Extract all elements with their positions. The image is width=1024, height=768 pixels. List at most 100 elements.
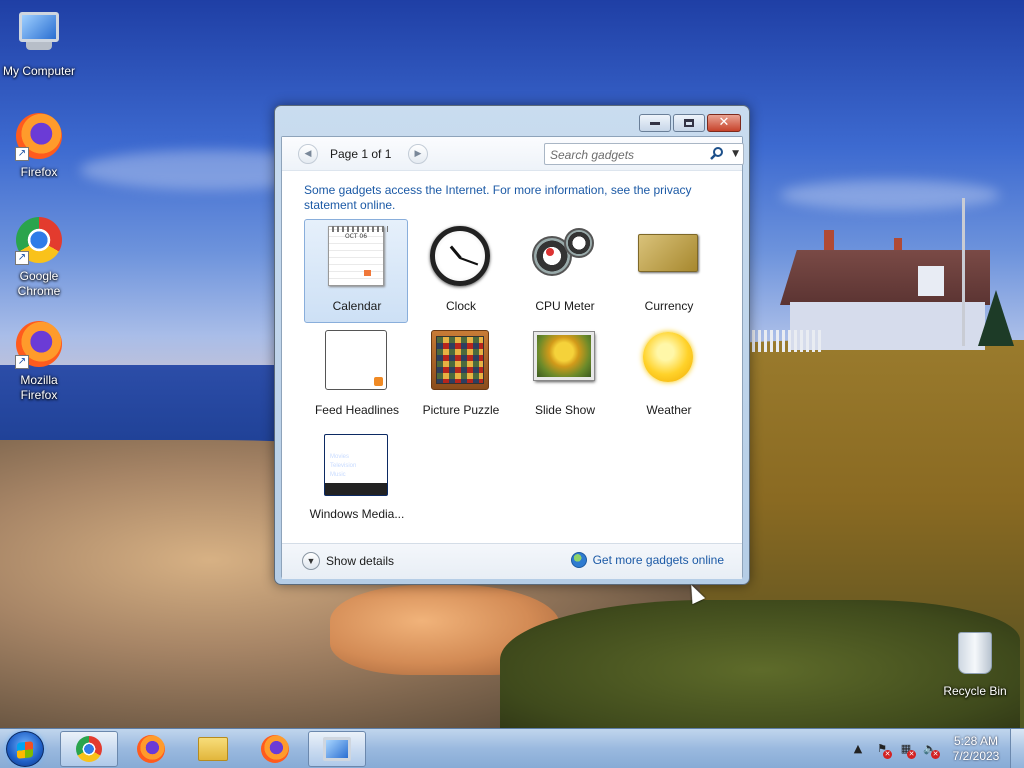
calendar-gadget-icon: OCT 06 (324, 226, 388, 290)
gadget-tile-currency[interactable]: Currency (616, 219, 720, 323)
gadget-label: Clock (445, 299, 476, 313)
gadget-gallery-window[interactable]: ✕ ◀ Page 1 of 1 ▶ ▼ Some gadgets access … (274, 105, 750, 585)
show-details-button[interactable]: ▼ Show details (302, 552, 394, 570)
close-icon: ✕ (718, 115, 730, 130)
gallery-footer: ▼ Show details Get more gadgets online (282, 543, 742, 579)
gadget-tile-slide-show[interactable]: Slide Show (512, 323, 616, 427)
gadget-tile-feed-headlines[interactable]: Feed Headlines (304, 323, 408, 427)
network-icon[interactable]: ▦ ✕ (898, 741, 916, 759)
taskbar-chrome[interactable] (60, 731, 118, 767)
search-icon[interactable] (709, 146, 725, 162)
minimize-button[interactable] (639, 114, 671, 132)
slide-show-gadget-icon (532, 332, 596, 396)
show-details-label: Show details (326, 554, 395, 568)
windows-media-center-gadget-icon: Movies Television Music (324, 434, 388, 498)
chrome-icon: ↗ (15, 217, 63, 265)
feed-headlines-gadget-icon (324, 330, 388, 394)
get-more-gadgets-label: Get more gadgets online (592, 553, 724, 567)
shortcut-arrow-icon: ↗ (15, 355, 29, 369)
start-button[interactable] (6, 731, 44, 767)
desktop-icon-label: Recycle Bin (943, 684, 1007, 698)
window-controls: ✕ (639, 114, 741, 132)
firefox-icon: ↗ (15, 321, 63, 369)
currency-gadget-icon (636, 234, 700, 298)
show-hidden-icons-chevron-icon[interactable]: ▲ (850, 741, 866, 757)
desktop-icon-recycle-bin[interactable]: Recycle Bin (936, 630, 1014, 699)
desktop-icon-google-chrome[interactable]: ↗ Google Chrome (0, 216, 78, 299)
gadget-label: Weather (646, 403, 692, 417)
gadget-tile-clock[interactable]: Clock (408, 219, 512, 323)
tray-clock[interactable]: 5:28 AM 7/2/2023 (942, 734, 1010, 764)
wmc-menu-text: Music (330, 472, 346, 478)
chrome-icon (76, 736, 102, 762)
wmc-menu-text: Television (330, 463, 357, 469)
desktop-icon-firefox[interactable]: ↗ Firefox (0, 112, 78, 180)
gadget-label: Picture Puzzle (422, 403, 500, 417)
gadget-label: Feed Headlines (314, 403, 400, 417)
maximize-button[interactable] (673, 114, 705, 132)
volume-icon[interactable]: 🔈 ✕ (922, 741, 940, 759)
page-indicator: Page 1 of 1 (330, 147, 392, 161)
wmc-menu-text: Movies (330, 454, 350, 460)
wallpaper-fence (752, 330, 822, 352)
desktop-icon-label: Firefox (20, 165, 58, 179)
gallery-toolbar: ◀ Page 1 of 1 ▶ ▼ (282, 137, 744, 171)
gadget-tile-cpu-meter[interactable]: CPU Meter (512, 219, 616, 323)
action-center-icon[interactable]: ⚑ ✕ (874, 741, 892, 759)
search-box[interactable]: ▼ (544, 143, 744, 165)
previous-page-button[interactable]: ◀ (298, 144, 318, 164)
gadget-gallery-content: ◀ Page 1 of 1 ▶ ▼ Some gadgets access th… (281, 136, 744, 579)
taskbar-firefox[interactable] (122, 731, 180, 767)
gadget-label: Windows Media... (309, 507, 405, 521)
tray-date: 7/2/2023 (952, 749, 1000, 763)
gadget-tile-calendar[interactable]: OCT 06 Calendar (304, 219, 408, 323)
gadget-gallery-icon (323, 737, 351, 761)
calendar-month-text: OCT 06 (344, 233, 368, 240)
wallpaper-cloud (780, 180, 1000, 210)
next-page-button[interactable]: ▶ (408, 144, 428, 164)
search-input[interactable] (550, 147, 700, 162)
gadget-tile-windows-media-center[interactable]: Movies Television Music Windows Media... (304, 427, 408, 531)
file-explorer-icon (198, 737, 228, 761)
firefox-icon (261, 735, 289, 763)
firefox-icon (137, 735, 165, 763)
close-button[interactable]: ✕ (707, 114, 741, 132)
taskbar-firefox-2[interactable] (246, 731, 304, 767)
system-tray: ▲ ⚑ ✕ ▦ ✕ 🔈 ✕ 5:28 AM 7/2/2023 (846, 729, 1024, 768)
get-more-gadgets-link[interactable]: Get more gadgets online (570, 552, 724, 568)
desktop-icon-my-computer[interactable]: My Computer (0, 8, 78, 79)
tray-time: 5:28 AM (953, 734, 999, 748)
gadget-tile-weather[interactable]: Weather (616, 323, 720, 427)
cpu-meter-gadget-icon (532, 228, 596, 292)
chevron-left-icon: ◀ (304, 149, 312, 159)
gadget-label: Slide Show (534, 403, 596, 417)
desktop-icon-label: Mozilla Firefox (20, 373, 58, 402)
desktop-icon-label: Google Chrome (17, 269, 61, 298)
gadget-label: CPU Meter (535, 299, 595, 313)
globe-icon (570, 552, 587, 568)
taskbar-gadget-gallery[interactable] (308, 731, 366, 767)
rss-icon (374, 377, 383, 386)
firefox-icon: ↗ (15, 113, 63, 161)
shortcut-arrow-icon: ↗ (15, 251, 29, 265)
computer-icon (15, 12, 63, 60)
desktop-icon-mozilla-firefox[interactable]: ↗ Mozilla Firefox (0, 320, 78, 403)
chevron-down-icon: ▼ (302, 552, 320, 570)
windows-logo-icon (17, 741, 33, 759)
recycle-bin-icon (951, 632, 999, 680)
minimize-icon (650, 121, 660, 125)
gadget-label: Currency (644, 299, 694, 313)
desktop-icon-label: My Computer (2, 64, 76, 78)
wallpaper-flagpole (962, 198, 965, 346)
taskbar: ▲ ⚑ ✕ ▦ ✕ 🔈 ✕ 5:28 AM 7/2/2023 (0, 728, 1024, 768)
chevron-right-icon: ▶ (414, 149, 422, 159)
show-desktop-button[interactable] (1010, 729, 1024, 768)
gadget-tile-picture-puzzle[interactable]: Picture Puzzle (408, 323, 512, 427)
weather-gadget-icon (636, 332, 700, 396)
search-options-chevron-icon[interactable]: ▼ (732, 146, 739, 162)
gadget-label: Calendar (332, 299, 382, 313)
privacy-info-link[interactable]: Some gadgets access the Internet. For mo… (304, 183, 714, 213)
taskbar-file-explorer[interactable] (184, 731, 242, 767)
maximize-icon (684, 119, 694, 127)
picture-puzzle-gadget-icon (428, 330, 492, 394)
